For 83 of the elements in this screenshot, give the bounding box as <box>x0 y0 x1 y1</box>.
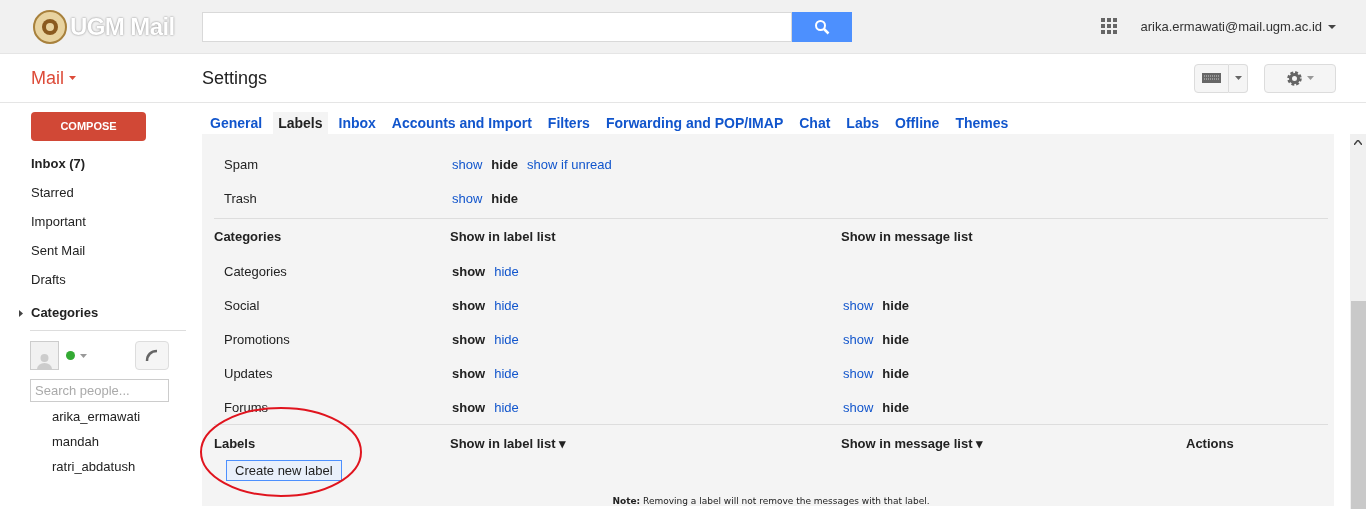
folder-item[interactable]: Sent Mail <box>0 236 202 265</box>
account-menu[interactable]: arika.ermawati@mail.ugm.ac.id <box>1140 16 1336 37</box>
column-header: Show in message list ▾ <box>841 435 985 454</box>
settings-tab[interactable]: Offline <box>890 112 945 134</box>
status-menu[interactable] <box>66 351 87 360</box>
caret-icon <box>69 76 76 80</box>
chat-contact[interactable]: mandah <box>0 429 202 454</box>
option-link[interactable]: show <box>452 155 483 175</box>
categories-item[interactable]: Categories <box>0 301 99 325</box>
people-search-field[interactable]: Search people... <box>30 379 169 402</box>
option-text: show <box>452 399 486 418</box>
option-link[interactable]: show <box>843 398 874 418</box>
create-label-button[interactable]: Create new label <box>226 460 342 481</box>
option-link[interactable]: hide <box>494 330 519 350</box>
settings-tab[interactable]: Inbox <box>333 112 381 134</box>
caret-icon <box>1307 76 1314 80</box>
settings-tab[interactable]: Chat <box>794 112 836 134</box>
option-text: show <box>452 297 486 316</box>
settings-tab[interactable]: General <box>205 112 268 134</box>
option-link[interactable]: show <box>843 330 874 350</box>
option-text: hide <box>882 365 910 384</box>
logo-emblem-icon <box>33 9 67 44</box>
settings-tab[interactable]: Forwarding and POP/IMAP <box>600 112 789 134</box>
settings-tab[interactable]: Accounts and Import <box>386 112 537 134</box>
scrollbar-thumb[interactable] <box>1351 301 1366 509</box>
option-text: show <box>452 263 486 282</box>
chat-contact[interactable]: ratri_abdatush <box>0 454 202 479</box>
option-link[interactable]: show if unread <box>527 155 612 175</box>
option-text: hide <box>882 331 910 350</box>
option-text: show <box>452 331 486 350</box>
folder-item[interactable]: Important <box>0 207 202 236</box>
column-header: Show in message list <box>841 228 973 247</box>
caret-icon <box>1328 24 1336 29</box>
caret-icon <box>80 353 87 358</box>
label-name: Categories <box>223 263 288 282</box>
chat-contact[interactable]: arika_ermawati <box>0 404 202 429</box>
settings-icon <box>1286 69 1303 87</box>
option-link[interactable]: show <box>452 189 483 209</box>
folder-item[interactable]: Starred <box>0 178 202 207</box>
option-link[interactable]: show <box>843 296 874 316</box>
logo-text: UGM Mail <box>70 11 175 42</box>
input-options-button[interactable] <box>1229 63 1248 93</box>
phone-icon <box>145 348 159 363</box>
search-field[interactable] <box>202 11 792 42</box>
option-link[interactable]: show <box>843 364 874 384</box>
label-name: Social <box>223 297 261 316</box>
settings-tab[interactable]: Filters <box>542 112 595 134</box>
label-name: Spam <box>223 156 259 175</box>
option-text: show <box>452 365 486 384</box>
column-header: Categories <box>214 228 283 247</box>
mail-menu[interactable]: Mail <box>0 64 202 92</box>
option-link[interactable]: hide <box>494 262 519 282</box>
note-text: Note: Removing a label will not remove the messages with that label. <box>612 496 930 506</box>
option-link[interactable]: hide <box>494 398 519 418</box>
call-button[interactable] <box>135 341 169 370</box>
option-text: hide <box>491 190 519 209</box>
label-name: Trash <box>223 190 258 209</box>
column-header: Show in label list ▾ <box>450 435 568 454</box>
expand-arrow-icon <box>19 309 23 317</box>
label-name: Promotions <box>223 331 291 350</box>
option-link[interactable]: hide <box>494 296 519 316</box>
search-button[interactable] <box>792 11 852 42</box>
option-text: hide <box>491 156 519 175</box>
apps-grid-icon[interactable] <box>1101 18 1119 35</box>
compose-button[interactable]: COMPOSE <box>31 112 146 141</box>
column-header: Actions <box>1186 435 1234 454</box>
settings-button[interactable] <box>1264 63 1336 93</box>
option-text: hide <box>882 399 910 418</box>
search-icon <box>814 18 830 35</box>
keyboard-icon <box>1202 73 1221 83</box>
caret-icon <box>1234 76 1242 80</box>
page-title: Settings <box>202 66 268 90</box>
folder-item[interactable]: Inbox (7) <box>0 149 202 178</box>
settings-tab[interactable]: Themes <box>950 112 1014 134</box>
keyboard-button[interactable] <box>1194 63 1229 93</box>
label-name: Updates <box>223 365 274 384</box>
option-link[interactable]: hide <box>494 364 519 384</box>
settings-tab[interactable]: Labels <box>273 112 328 134</box>
column-header: Labels <box>214 435 257 454</box>
option-text: hide <box>882 297 910 316</box>
settings-tab[interactable]: Labs <box>841 112 885 134</box>
folder-item[interactable]: Drafts <box>0 265 202 294</box>
column-header: Show in label list <box>450 228 557 247</box>
